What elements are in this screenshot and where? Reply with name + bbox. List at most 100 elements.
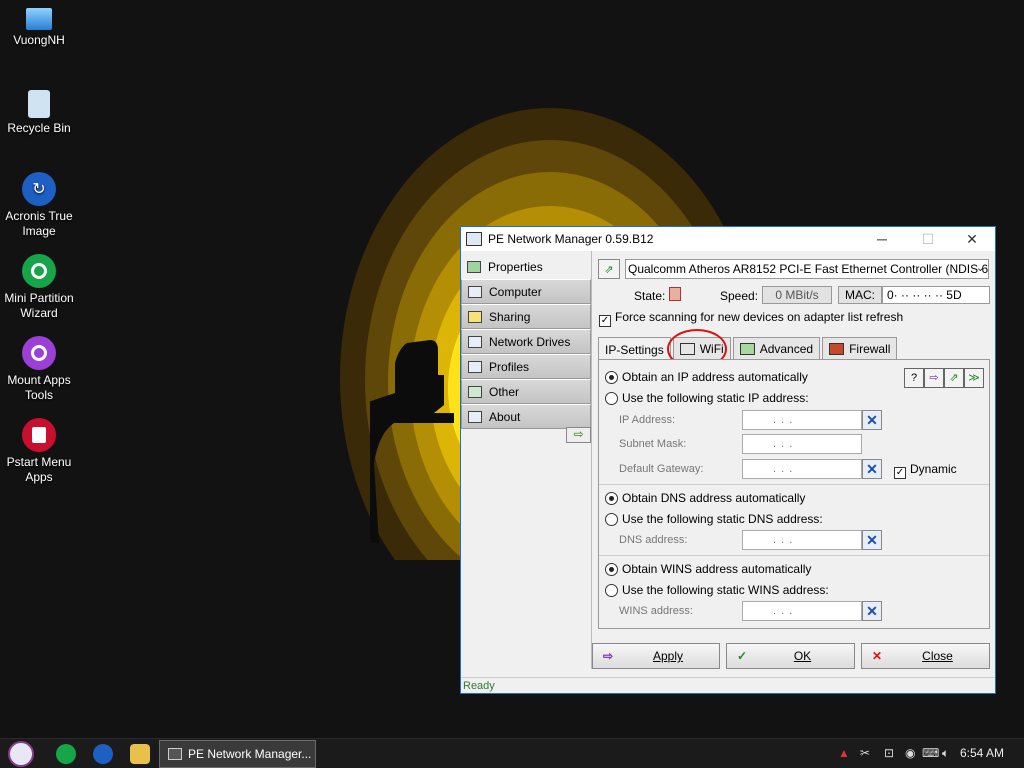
computer-icon bbox=[468, 285, 482, 298]
desktop-icon-partition-wizard[interactable]: Mini Partition Wizard bbox=[0, 254, 78, 321]
clear-wins-button[interactable]: ✕ bbox=[862, 601, 882, 621]
wins-static-radio[interactable]: Use the following static WINS address: bbox=[605, 583, 829, 597]
subnet-mask-field[interactable]: . . . bbox=[742, 434, 862, 454]
nav-item-label: Properties bbox=[488, 259, 543, 274]
taskbar: PE Network Manager... ▲ ✂ ⊡ ◉ ⌨ 🔈︎ 6:54 … bbox=[0, 738, 1024, 768]
wins-address-label: WINS address: bbox=[619, 605, 693, 617]
desktop-icon-label: Pstart Menu Apps bbox=[6, 455, 72, 484]
nav-item-label: Computer bbox=[489, 284, 542, 299]
clear-ip-button[interactable]: ✕ bbox=[862, 410, 882, 430]
taskbar-item-label: PE Network Manager... bbox=[188, 747, 312, 761]
checkmark-icon: ✓ bbox=[736, 649, 748, 663]
tray-network-icon[interactable]: ⊡ bbox=[884, 746, 894, 760]
other-icon bbox=[468, 385, 482, 398]
ip-auto-label: Obtain an IP address automatically bbox=[622, 370, 808, 384]
partition-wizard-icon bbox=[22, 254, 56, 288]
nav-item-profiles[interactable]: Profiles bbox=[461, 354, 591, 379]
ip-address-label: IP Address: bbox=[619, 414, 676, 426]
start-menu-icon[interactable] bbox=[8, 741, 34, 767]
refresh-adapters-button[interactable]: ⇗ bbox=[598, 259, 620, 279]
ip-auto-radio[interactable]: Obtain an IP address automatically bbox=[605, 370, 808, 384]
desktop-icon-pstart[interactable]: Pstart Menu Apps bbox=[0, 418, 78, 485]
radio-selected-icon bbox=[605, 491, 618, 505]
wins-auto-radio[interactable]: Obtain WINS address automatically bbox=[605, 562, 811, 576]
nav-item-properties[interactable]: Properties bbox=[461, 254, 591, 279]
ok-button[interactable]: ✓ OK bbox=[726, 643, 855, 669]
volume-icon[interactable]: 🔈︎ bbox=[942, 746, 949, 761]
gateway-label: Default Gateway: bbox=[619, 463, 704, 475]
ip-static-label: Use the following static IP address: bbox=[622, 391, 809, 405]
partition-wizard-icon[interactable] bbox=[56, 744, 76, 764]
nav-item-label: Profiles bbox=[489, 359, 530, 374]
speed-label: Speed: bbox=[720, 289, 759, 303]
nav-item-computer[interactable]: Computer bbox=[461, 279, 591, 304]
pstart-icon bbox=[22, 418, 56, 452]
forward-button[interactable]: ⇨ bbox=[924, 368, 944, 388]
dns-static-radio[interactable]: Use the following static DNS address: bbox=[605, 512, 823, 526]
maximize-button[interactable]: ☐ bbox=[905, 227, 951, 251]
network-manager-icon bbox=[168, 748, 182, 760]
nav-item-about[interactable]: About bbox=[461, 404, 591, 429]
wins-static-label: Use the following static WINS address: bbox=[622, 583, 829, 597]
divider bbox=[599, 484, 989, 485]
title-bar[interactable]: PE Network Manager 0.59.B12 ─ ☐ ✕ bbox=[461, 227, 995, 251]
nav-item-sharing[interactable]: Sharing bbox=[461, 304, 591, 329]
mac-label: MAC: bbox=[838, 286, 882, 304]
chevron-down-icon: ⌄ bbox=[975, 262, 985, 274]
adapter-select[interactable]: Qualcomm Atheros AR8152 PCI-E Fast Ether… bbox=[625, 259, 989, 279]
dns-address-field[interactable]: . . . bbox=[742, 530, 862, 550]
minimize-button[interactable]: ─ bbox=[859, 227, 905, 251]
file-explorer-icon[interactable] bbox=[130, 744, 150, 764]
radio-selected-icon bbox=[605, 562, 618, 576]
close-window-button[interactable]: ✕ bbox=[949, 227, 995, 251]
clear-dns-button[interactable]: ✕ bbox=[862, 530, 882, 550]
adapter-select-value: Qualcomm Atheros AR8152 PCI-E Fast Ether… bbox=[628, 262, 989, 276]
ip-settings-panel: ? ⇨ ⇗ ≫ Obtain an IP address automatical… bbox=[598, 359, 990, 629]
desktop-icon-vuongnh[interactable]: VuongNH bbox=[0, 8, 78, 48]
desktop-icon-mount-apps[interactable]: Mount Apps Tools bbox=[0, 336, 78, 403]
tray-keyboard-icon[interactable]: ⌨ bbox=[922, 746, 939, 760]
acronis-icon[interactable] bbox=[93, 744, 113, 764]
window-client: Properties Computer Sharing Network Driv… bbox=[461, 251, 995, 669]
nav-item-other[interactable]: Other bbox=[461, 379, 591, 404]
wins-address-field[interactable]: . . . bbox=[742, 601, 862, 621]
gateway-field[interactable]: . . . bbox=[742, 459, 862, 479]
tray-media-icon[interactable]: ◉ bbox=[905, 746, 915, 760]
tab-firewall[interactable]: Firewall bbox=[822, 337, 898, 359]
nav-list: Properties Computer Sharing Network Driv… bbox=[461, 254, 591, 429]
desktop-icon-label: Recycle Bin bbox=[7, 121, 71, 135]
tab-label: Advanced bbox=[759, 341, 814, 356]
tray-tool-icon[interactable]: ✂ bbox=[860, 746, 870, 760]
taskbar-item-pe-network-manager[interactable]: PE Network Manager... bbox=[159, 740, 316, 768]
sharing-icon bbox=[468, 310, 482, 323]
window-title: PE Network Manager 0.59.B12 bbox=[488, 232, 654, 246]
clear-gateway-button[interactable]: ✕ bbox=[862, 459, 882, 479]
close-button[interactable]: ✕ Close bbox=[861, 643, 990, 669]
nav-item-label: Sharing bbox=[489, 309, 531, 324]
mount-apps-icon bbox=[22, 336, 56, 370]
dns-auto-label: Obtain DNS address automatically bbox=[622, 491, 806, 505]
nav-item-label: About bbox=[489, 409, 521, 424]
tab-ip-settings[interactable]: IP-Settings bbox=[598, 337, 671, 361]
apply-button[interactable]: ⇨ Apply bbox=[592, 643, 720, 669]
force-scan-checkbox[interactable]: ✓ Force scanning for new devices on adapt… bbox=[599, 310, 903, 327]
expand-button[interactable]: ≫ bbox=[964, 368, 984, 388]
ip-static-radio[interactable]: Use the following static IP address: bbox=[605, 391, 809, 405]
dns-auto-radio[interactable]: Obtain DNS address automatically bbox=[605, 491, 805, 505]
tray-overflow-icon[interactable]: ▲ bbox=[838, 746, 850, 760]
desktop-icon-recycle-bin[interactable]: Recycle Bin bbox=[0, 90, 78, 136]
export-button[interactable]: ⇗ bbox=[944, 368, 964, 388]
network-state-icon bbox=[669, 287, 681, 301]
ip-tools: ? ⇨ ⇗ ≫ bbox=[904, 368, 984, 388]
help-button[interactable]: ? bbox=[904, 368, 924, 388]
ip-address-field[interactable]: . . . bbox=[742, 410, 862, 430]
collapse-arrow-icon[interactable]: ⇨ bbox=[566, 427, 591, 443]
radio-icon bbox=[605, 391, 618, 405]
subnet-mask-label: Subnet Mask: bbox=[619, 438, 687, 450]
acronis-icon: ↻ bbox=[22, 172, 56, 206]
nav-item-network-drives[interactable]: Network Drives bbox=[461, 329, 591, 354]
clock[interactable]: 6:54 AM bbox=[960, 746, 1004, 760]
dynamic-checkbox[interactable]: ✓ Dynamic bbox=[894, 462, 957, 479]
desktop-icon-acronis[interactable]: ↻ Acronis True Image bbox=[0, 172, 78, 239]
tab-advanced[interactable]: Advanced bbox=[732, 337, 821, 359]
